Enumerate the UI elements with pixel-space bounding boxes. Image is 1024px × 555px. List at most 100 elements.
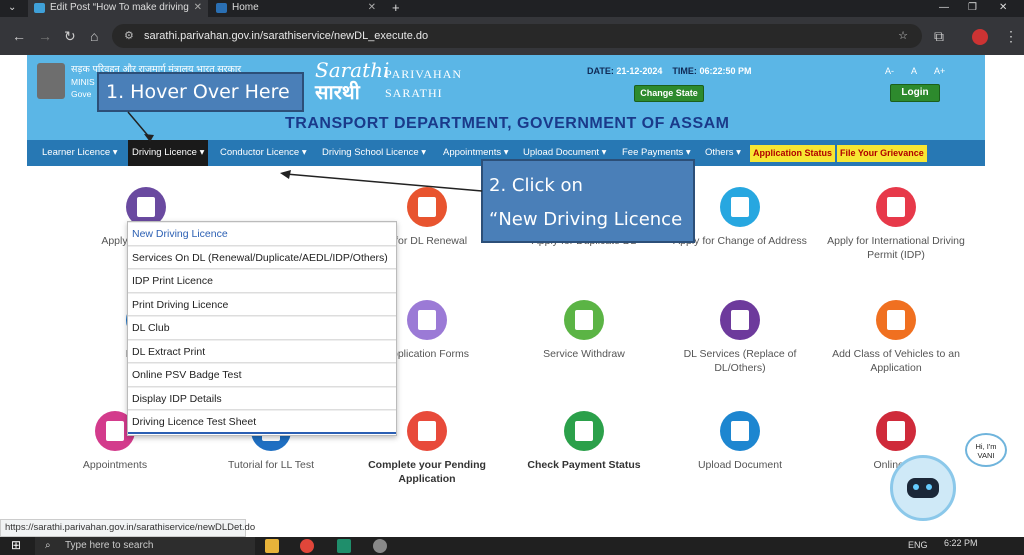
id-card-icon <box>720 300 760 340</box>
nav-driving-school-licence[interactable]: Driving School Licence ▾ <box>322 140 426 166</box>
browser-toolbar: ← → ↻ ⌂ ⚙ sarathi.parivahan.gov.in/sarat… <box>0 17 1024 55</box>
document-icon <box>876 300 916 340</box>
site-info-icon[interactable]: ⚙ <box>124 24 134 48</box>
menu-idp-print-licence[interactable]: IDP Print Licence <box>128 269 396 293</box>
windows-taskbar: ⊞ ⌕ Type here to search ENG 6:22 PM <box>0 537 1024 555</box>
app-icon-2[interactable] <box>373 539 387 553</box>
callout-click-line1: 2. Click on <box>489 175 583 196</box>
address-bar[interactable]: ⚙ sarathi.parivahan.gov.in/sarathiservic… <box>112 24 922 48</box>
web-page: सड़क परिवहन और राजमार्ग मंत्रालय भारत सर… <box>0 55 1024 537</box>
close-tab-icon[interactable]: ✕ <box>194 0 202 15</box>
close-tab-icon[interactable]: ✕ <box>368 0 376 15</box>
profile-avatar[interactable] <box>972 29 988 45</box>
nav-learner-licence[interactable]: Learner Licence ▾ <box>42 140 118 166</box>
status-url-bar: https://sarathi.parivahan.gov.in/sarathi… <box>0 519 255 537</box>
tab-list-button[interactable]: ⌄ <box>0 0 26 17</box>
new-tab-button[interactable]: + <box>388 0 408 17</box>
extensions-icon[interactable]: ⧉ <box>934 17 944 55</box>
menu-dl-extract-print[interactable]: DL Extract Print <box>128 339 396 363</box>
windows-start-icon[interactable]: ⊞ <box>11 538 21 552</box>
department-title: TRANSPORT DEPARTMENT, GOVERNMENT OF ASSA… <box>285 115 730 132</box>
date-time: DATE: 21-12-2024 TIME: 06:22:50 PM <box>587 66 751 76</box>
driving-licence-dropdown: New Driving Licence Services On DL (Rene… <box>127 221 397 436</box>
menu-services-on-dl[interactable]: Services On DL (Renewal/Duplicate/AEDL/I… <box>128 245 396 269</box>
service-label: Service Withdraw <box>543 348 625 360</box>
callout-arrow-click <box>280 170 483 192</box>
minimize-button[interactable]: — <box>935 0 955 17</box>
service-payment-status[interactable]: Check Payment Status <box>514 411 654 472</box>
service-withdraw[interactable]: Service Withdraw <box>514 300 654 361</box>
menu-dots-icon[interactable]: ⋮ <box>1004 17 1018 55</box>
nav-others[interactable]: Others ▾ <box>705 140 741 166</box>
home-icon[interactable]: ⌂ <box>90 17 98 55</box>
application-status-link[interactable]: Application Status <box>750 145 836 162</box>
service-label: Apply for International Driving Permit (… <box>827 235 965 261</box>
forward-icon[interactable]: → <box>38 17 52 55</box>
maximize-button[interactable]: ❐ <box>964 0 984 17</box>
government-text: Gove <box>71 89 92 99</box>
service-add-class-vehicles[interactable]: Add Class of Vehicles to an Application <box>826 300 966 375</box>
service-label: Add Class of Vehicles to an Application <box>832 348 960 374</box>
date-label: DATE: <box>587 66 614 76</box>
service-upload-document[interactable]: Upload Document <box>670 411 810 472</box>
menu-driving-licence-test-sheet[interactable]: Driving Licence Test Sheet <box>128 410 396 434</box>
tab-home[interactable]: Home ✕ <box>210 0 382 17</box>
reload-icon[interactable]: ↻ <box>64 17 76 55</box>
font-decrease-button[interactable]: A- <box>885 66 894 76</box>
tab-title: Edit Post “How To make driving <box>50 2 189 13</box>
back-icon[interactable]: ← <box>12 17 26 55</box>
language-indicator[interactable]: ENG <box>908 540 928 550</box>
font-increase-button[interactable]: A+ <box>934 66 945 76</box>
menu-new-driving-licence[interactable]: New Driving Licence <box>128 222 396 246</box>
status-url-text: https://sarathi.parivahan.gov.in/sarathi… <box>5 522 256 533</box>
tab-title: Home <box>232 2 259 13</box>
date-value: 21-12-2024 <box>616 66 663 76</box>
time-label: TIME: <box>672 66 697 76</box>
service-label: DL Services (Replace of DL/Others) <box>683 348 797 374</box>
id-card-icon <box>876 187 916 227</box>
taskbar-search[interactable]: ⌕ Type here to search <box>35 537 255 555</box>
service-label: Tutorial for LL Test <box>228 459 314 471</box>
login-button[interactable]: Login <box>890 84 940 102</box>
service-idp[interactable]: Apply for International Driving Permit (… <box>826 187 966 262</box>
callout-hover-text: 1. Hover Over Here <box>106 81 290 103</box>
file-grievance-link[interactable]: File Your Grievance <box>837 145 927 162</box>
close-window-button[interactable]: ✕ <box>995 0 1017 17</box>
time-value: 06:22:50 PM <box>699 66 752 76</box>
logo-parivahan: PARIVAHAN <box>385 67 463 81</box>
callout-click-line2: “New Driving Licence <box>489 209 683 230</box>
printer-icon <box>407 300 447 340</box>
callout-click: 2. Click on “New Driving Licence <box>481 159 695 243</box>
ministry-english: MINIS <box>71 77 95 87</box>
nav-conductor-licence[interactable]: Conductor Licence ▾ <box>220 140 307 166</box>
service-label: Complete your Pending Application <box>368 459 486 485</box>
sarathi-logo-hindi: सारथी <box>315 82 360 104</box>
chrome-icon[interactable] <box>300 539 314 553</box>
online-test-icon <box>876 411 916 451</box>
menu-dl-club[interactable]: DL Club <box>128 316 396 340</box>
menu-online-psv-badge-test[interactable]: Online PSV Badge Test <box>128 363 396 387</box>
callout-hover: 1. Hover Over Here <box>97 72 304 112</box>
payment-card-icon <box>564 411 604 451</box>
file-explorer-icon[interactable] <box>265 539 279 553</box>
national-emblem-icon <box>37 63 65 99</box>
callout-arrow-hover <box>127 111 154 142</box>
service-dl-replace[interactable]: DL Services (Replace of DL/Others) <box>670 300 810 375</box>
chatbot-vani-avatar[interactable] <box>890 455 956 521</box>
change-state-button[interactable]: Change State <box>634 85 704 102</box>
pending-form-icon <box>407 411 447 451</box>
chatbot-bubble: Hi, I'm VANI <box>965 433 1007 467</box>
service-label: Appointments <box>82 459 148 471</box>
app-icon[interactable] <box>337 539 351 553</box>
search-placeholder: Type here to search <box>65 540 154 551</box>
menu-print-driving-licence[interactable]: Print Driving Licence <box>128 292 396 316</box>
font-reset-button[interactable]: A <box>911 66 917 76</box>
menu-display-idp-details[interactable]: Display IDP Details <box>128 386 396 410</box>
clock-time[interactable]: 6:22 PM <box>944 538 978 548</box>
search-icon: ⌕ <box>45 540 51 551</box>
bookmark-star-icon[interactable]: ☆ <box>898 24 908 48</box>
logo-sarathi: SARATHI <box>385 86 443 100</box>
upload-box-icon <box>564 300 604 340</box>
tab-edit-post[interactable]: Edit Post “How To make driving ✕ <box>28 0 208 17</box>
service-label: Upload Document <box>697 459 783 471</box>
